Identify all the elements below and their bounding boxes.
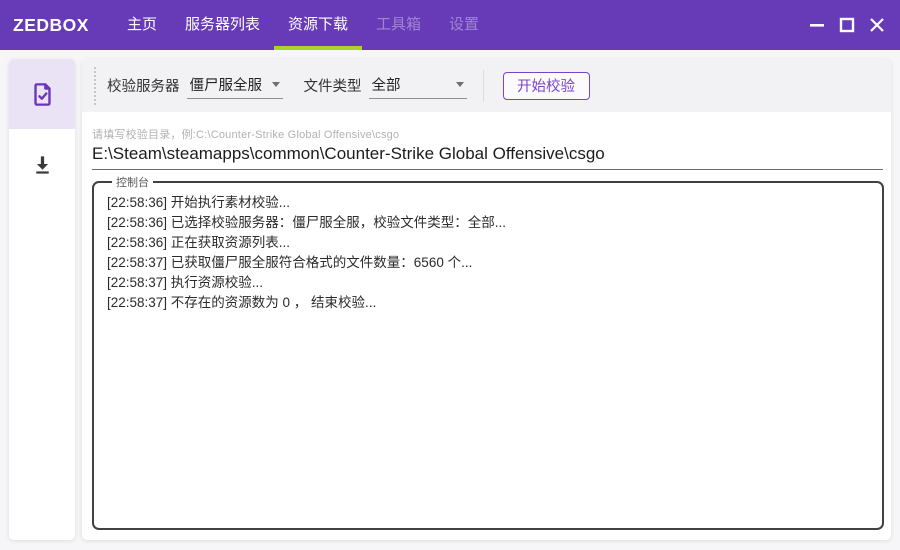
- start-verify-button[interactable]: 开始校验: [502, 71, 590, 100]
- filetype-select-label: 文件类型: [303, 79, 362, 95]
- chevron-down-icon: [271, 81, 280, 87]
- console-log-line: [22:58:36] 已选择校验服务器：僵尸服全服，校验文件类型：全部...: [107, 215, 507, 230]
- chevron-down-icon: [455, 81, 464, 87]
- console-panel[interactable]: 控制台 [22:58:36] 开始执行素材校验... [22:58:36] 已选…: [92, 174, 884, 530]
- path-section: 请填写校验目录，例:C:\Counter-Strike Global Offen…: [92, 126, 883, 170]
- tab-toolbox[interactable]: 工具箱: [362, 0, 435, 50]
- close-icon: [870, 18, 884, 32]
- filetype-select[interactable]: 全部: [368, 73, 467, 99]
- nav-tabs: 主页 服务器列表 资源下载 工具箱 设置: [113, 0, 493, 50]
- titlebar: ZEDBOX 主页 服务器列表 资源下载 工具箱 设置: [0, 0, 900, 50]
- tab-resource-download[interactable]: 资源下载: [273, 0, 362, 50]
- tab-home[interactable]: 主页: [113, 0, 171, 50]
- tab-settings[interactable]: 设置: [435, 0, 493, 50]
- tab-server-list[interactable]: 服务器列表: [171, 0, 274, 50]
- console-log-line: [22:58:36] 开始执行素材校验...: [107, 195, 291, 210]
- toolbar-divider: [482, 69, 484, 102]
- toolbar-drag-handle[interactable]: [93, 65, 98, 106]
- path-input[interactable]: E:\Steam\steamapps\common\Counter-Strike…: [92, 144, 883, 170]
- app-logo: ZEDBOX: [13, 14, 89, 35]
- console-log-line: [22:58:37] 已获取僵尸服全服符合格式的文件数量：6560 个...: [107, 255, 473, 270]
- minimize-button[interactable]: [802, 10, 832, 40]
- console-log-line: [22:58:37] 执行资源校验...: [107, 275, 264, 290]
- maximize-icon: [839, 17, 855, 33]
- minimize-icon: [810, 24, 824, 27]
- server-select-value: 僵尸服全服: [189, 77, 263, 94]
- filetype-select-value: 全部: [371, 77, 401, 94]
- console-log-line: [22:58:37] 不存在的资源数为 0 ， 结束校验...: [107, 295, 377, 310]
- file-check-icon: [33, 82, 51, 106]
- close-button[interactable]: [862, 10, 892, 40]
- server-select-label: 校验服务器: [107, 79, 180, 95]
- sidebar-item-download[interactable]: [9, 129, 75, 199]
- sidebar-item-verify[interactable]: [9, 59, 75, 129]
- main-panel: 校验服务器 僵尸服全服 文件类型 全部 开始校验 请填写校验目录，例:C:\Co…: [82, 59, 891, 540]
- window-controls: [802, 10, 892, 40]
- console-legend: 控制台: [116, 177, 149, 189]
- sidebar: [9, 59, 75, 540]
- path-input-hint: 请填写校验目录，例:C:\Counter-Strike Global Offen…: [92, 129, 400, 141]
- verify-toolbar: 校验服务器 僵尸服全服 文件类型 全部 开始校验: [82, 59, 891, 112]
- console-log-line: [22:58:36] 正在获取资源列表...: [107, 235, 291, 250]
- download-icon: [35, 155, 49, 174]
- server-select[interactable]: 僵尸服全服: [186, 73, 283, 99]
- maximize-button[interactable]: [832, 10, 862, 40]
